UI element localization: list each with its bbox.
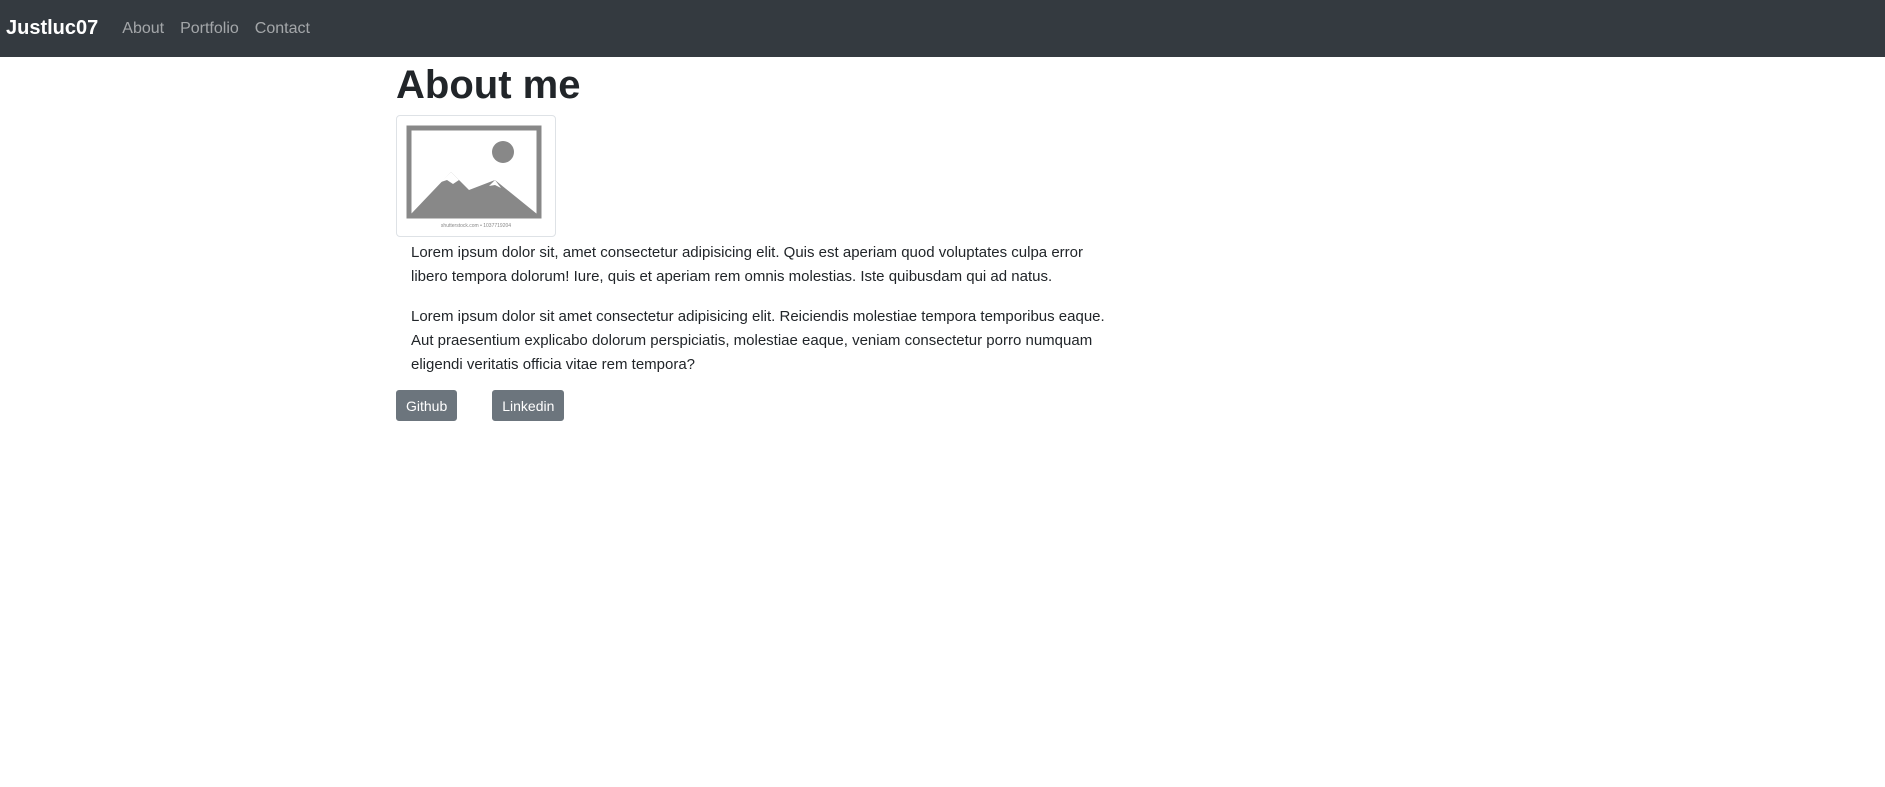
about-paragraph-2: Lorem ipsum dolor sit amet consectetur a… bbox=[411, 308, 1105, 373]
nav-link-about[interactable]: About bbox=[122, 20, 164, 38]
linkedin-button[interactable]: Linkedin bbox=[492, 390, 565, 421]
page-title: About me bbox=[396, 63, 581, 107]
image-placeholder-icon: shutterstock.com • 1037719204 bbox=[406, 125, 542, 229]
social-buttons: Github Linkedin bbox=[396, 390, 1131, 421]
github-button[interactable]: Github bbox=[396, 390, 458, 421]
image-caption: shutterstock.com • 1037719204 bbox=[441, 223, 511, 229]
brand-link[interactable]: Justluc07 bbox=[6, 17, 98, 40]
about-paragraph-1: Lorem ipsum dolor sit, amet consectetur … bbox=[411, 244, 1083, 285]
nav-link-contact[interactable]: Contact bbox=[255, 20, 310, 38]
nav-link-portfolio[interactable]: Portfolio bbox=[180, 20, 239, 38]
main-content: About me shutterstock.com • 1037719204 L… bbox=[396, 57, 1131, 421]
navbar: Justluc07 About Portfolio Contact bbox=[0, 0, 1885, 57]
profile-image: shutterstock.com • 1037719204 bbox=[396, 115, 556, 237]
